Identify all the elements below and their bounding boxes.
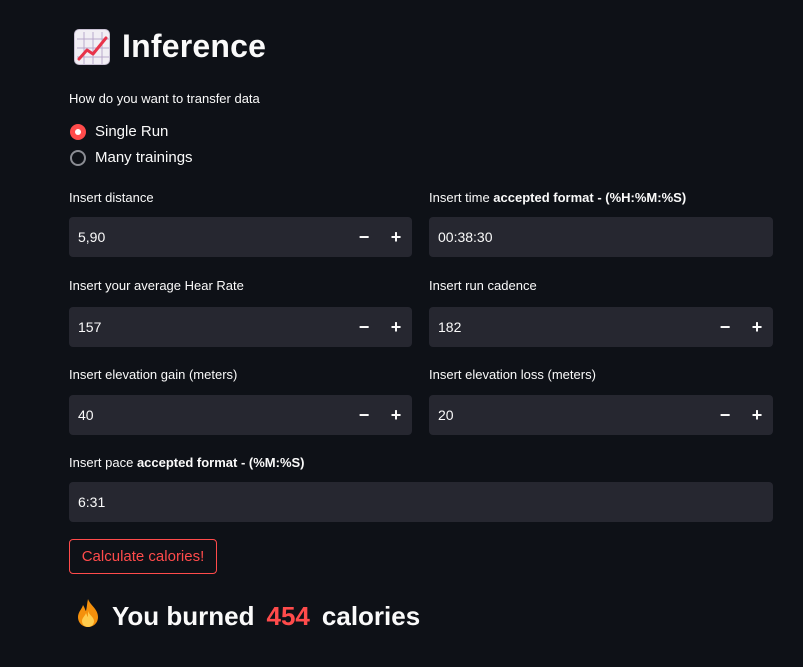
elevation-loss-value[interactable]: 20 <box>429 407 709 423</box>
elevation-loss-label: Insert elevation loss (meters) <box>429 367 596 382</box>
pace-value[interactable]: 6:31 <box>69 494 773 510</box>
pace-label: Insert pace accepted format - (%M:%S) <box>69 455 305 470</box>
result-suffix: calories <box>321 601 421 631</box>
cadence-number-input[interactable]: 182 − + <box>429 307 773 347</box>
time-label-prefix: Insert time <box>429 190 494 205</box>
radio-label-many-trainings: Many trainings <box>95 149 193 166</box>
calories-value: 454 <box>266 601 310 631</box>
distance-label: Insert distance <box>69 190 154 205</box>
elevation-gain-decrement-button[interactable]: − <box>348 395 380 435</box>
cadence-label: Insert run cadence <box>429 278 537 293</box>
elevation-gain-increment-button[interactable]: + <box>380 395 412 435</box>
heart-rate-decrement-button[interactable]: − <box>348 307 380 347</box>
distance-increment-button[interactable]: + <box>380 217 412 257</box>
cadence-value[interactable]: 182 <box>429 319 709 335</box>
time-label: Insert time accepted format - (%H:%M:%S) <box>429 190 686 205</box>
page-title: Inference <box>122 28 267 64</box>
heart-rate-value[interactable]: 157 <box>69 319 348 335</box>
distance-value[interactable]: 5,90 <box>69 229 348 245</box>
elevation-gain-number-input[interactable]: 40 − + <box>69 395 412 435</box>
result-message: You burned 454 calories <box>76 598 420 635</box>
cadence-decrement-button[interactable]: − <box>709 307 741 347</box>
radio-option-many-trainings[interactable]: Many trainings <box>70 149 193 166</box>
elevation-loss-number-input[interactable]: 20 − + <box>429 395 773 435</box>
elevation-gain-value[interactable]: 40 <box>69 407 348 423</box>
calculate-calories-button[interactable]: Calculate calories! <box>69 539 217 574</box>
radio-option-single-run[interactable]: Single Run <box>70 123 168 140</box>
result-prefix: You burned <box>112 601 255 631</box>
chart-increasing-icon <box>74 28 110 65</box>
time-value[interactable]: 00:38:30 <box>429 229 773 245</box>
time-text-input[interactable]: 00:38:30 <box>429 217 773 257</box>
pace-label-prefix: Insert pace <box>69 455 137 470</box>
radio-unselected-icon[interactable] <box>70 149 86 166</box>
transfer-question-label: How do you want to transfer data <box>69 91 260 106</box>
pace-label-format: accepted format - (%M:%S) <box>136 455 305 470</box>
fire-icon <box>76 598 100 635</box>
time-label-format: accepted format - (%H:%M:%S) <box>493 190 687 205</box>
elevation-loss-increment-button[interactable]: + <box>741 395 773 435</box>
elevation-loss-decrement-button[interactable]: − <box>709 395 741 435</box>
distance-number-input[interactable]: 5,90 − + <box>69 217 412 257</box>
radio-selected-icon[interactable] <box>70 123 86 140</box>
pace-text-input[interactable]: 6:31 <box>69 482 773 522</box>
heart-rate-increment-button[interactable]: + <box>380 307 412 347</box>
elevation-gain-label: Insert elevation gain (meters) <box>69 367 238 382</box>
radio-label-single-run: Single Run <box>95 123 169 140</box>
page-header: Inference <box>74 28 266 65</box>
distance-decrement-button[interactable]: − <box>348 217 380 257</box>
heart-rate-label: Insert your average Hear Rate <box>69 278 244 293</box>
cadence-increment-button[interactable]: + <box>741 307 773 347</box>
heart-rate-number-input[interactable]: 157 − + <box>69 307 412 347</box>
